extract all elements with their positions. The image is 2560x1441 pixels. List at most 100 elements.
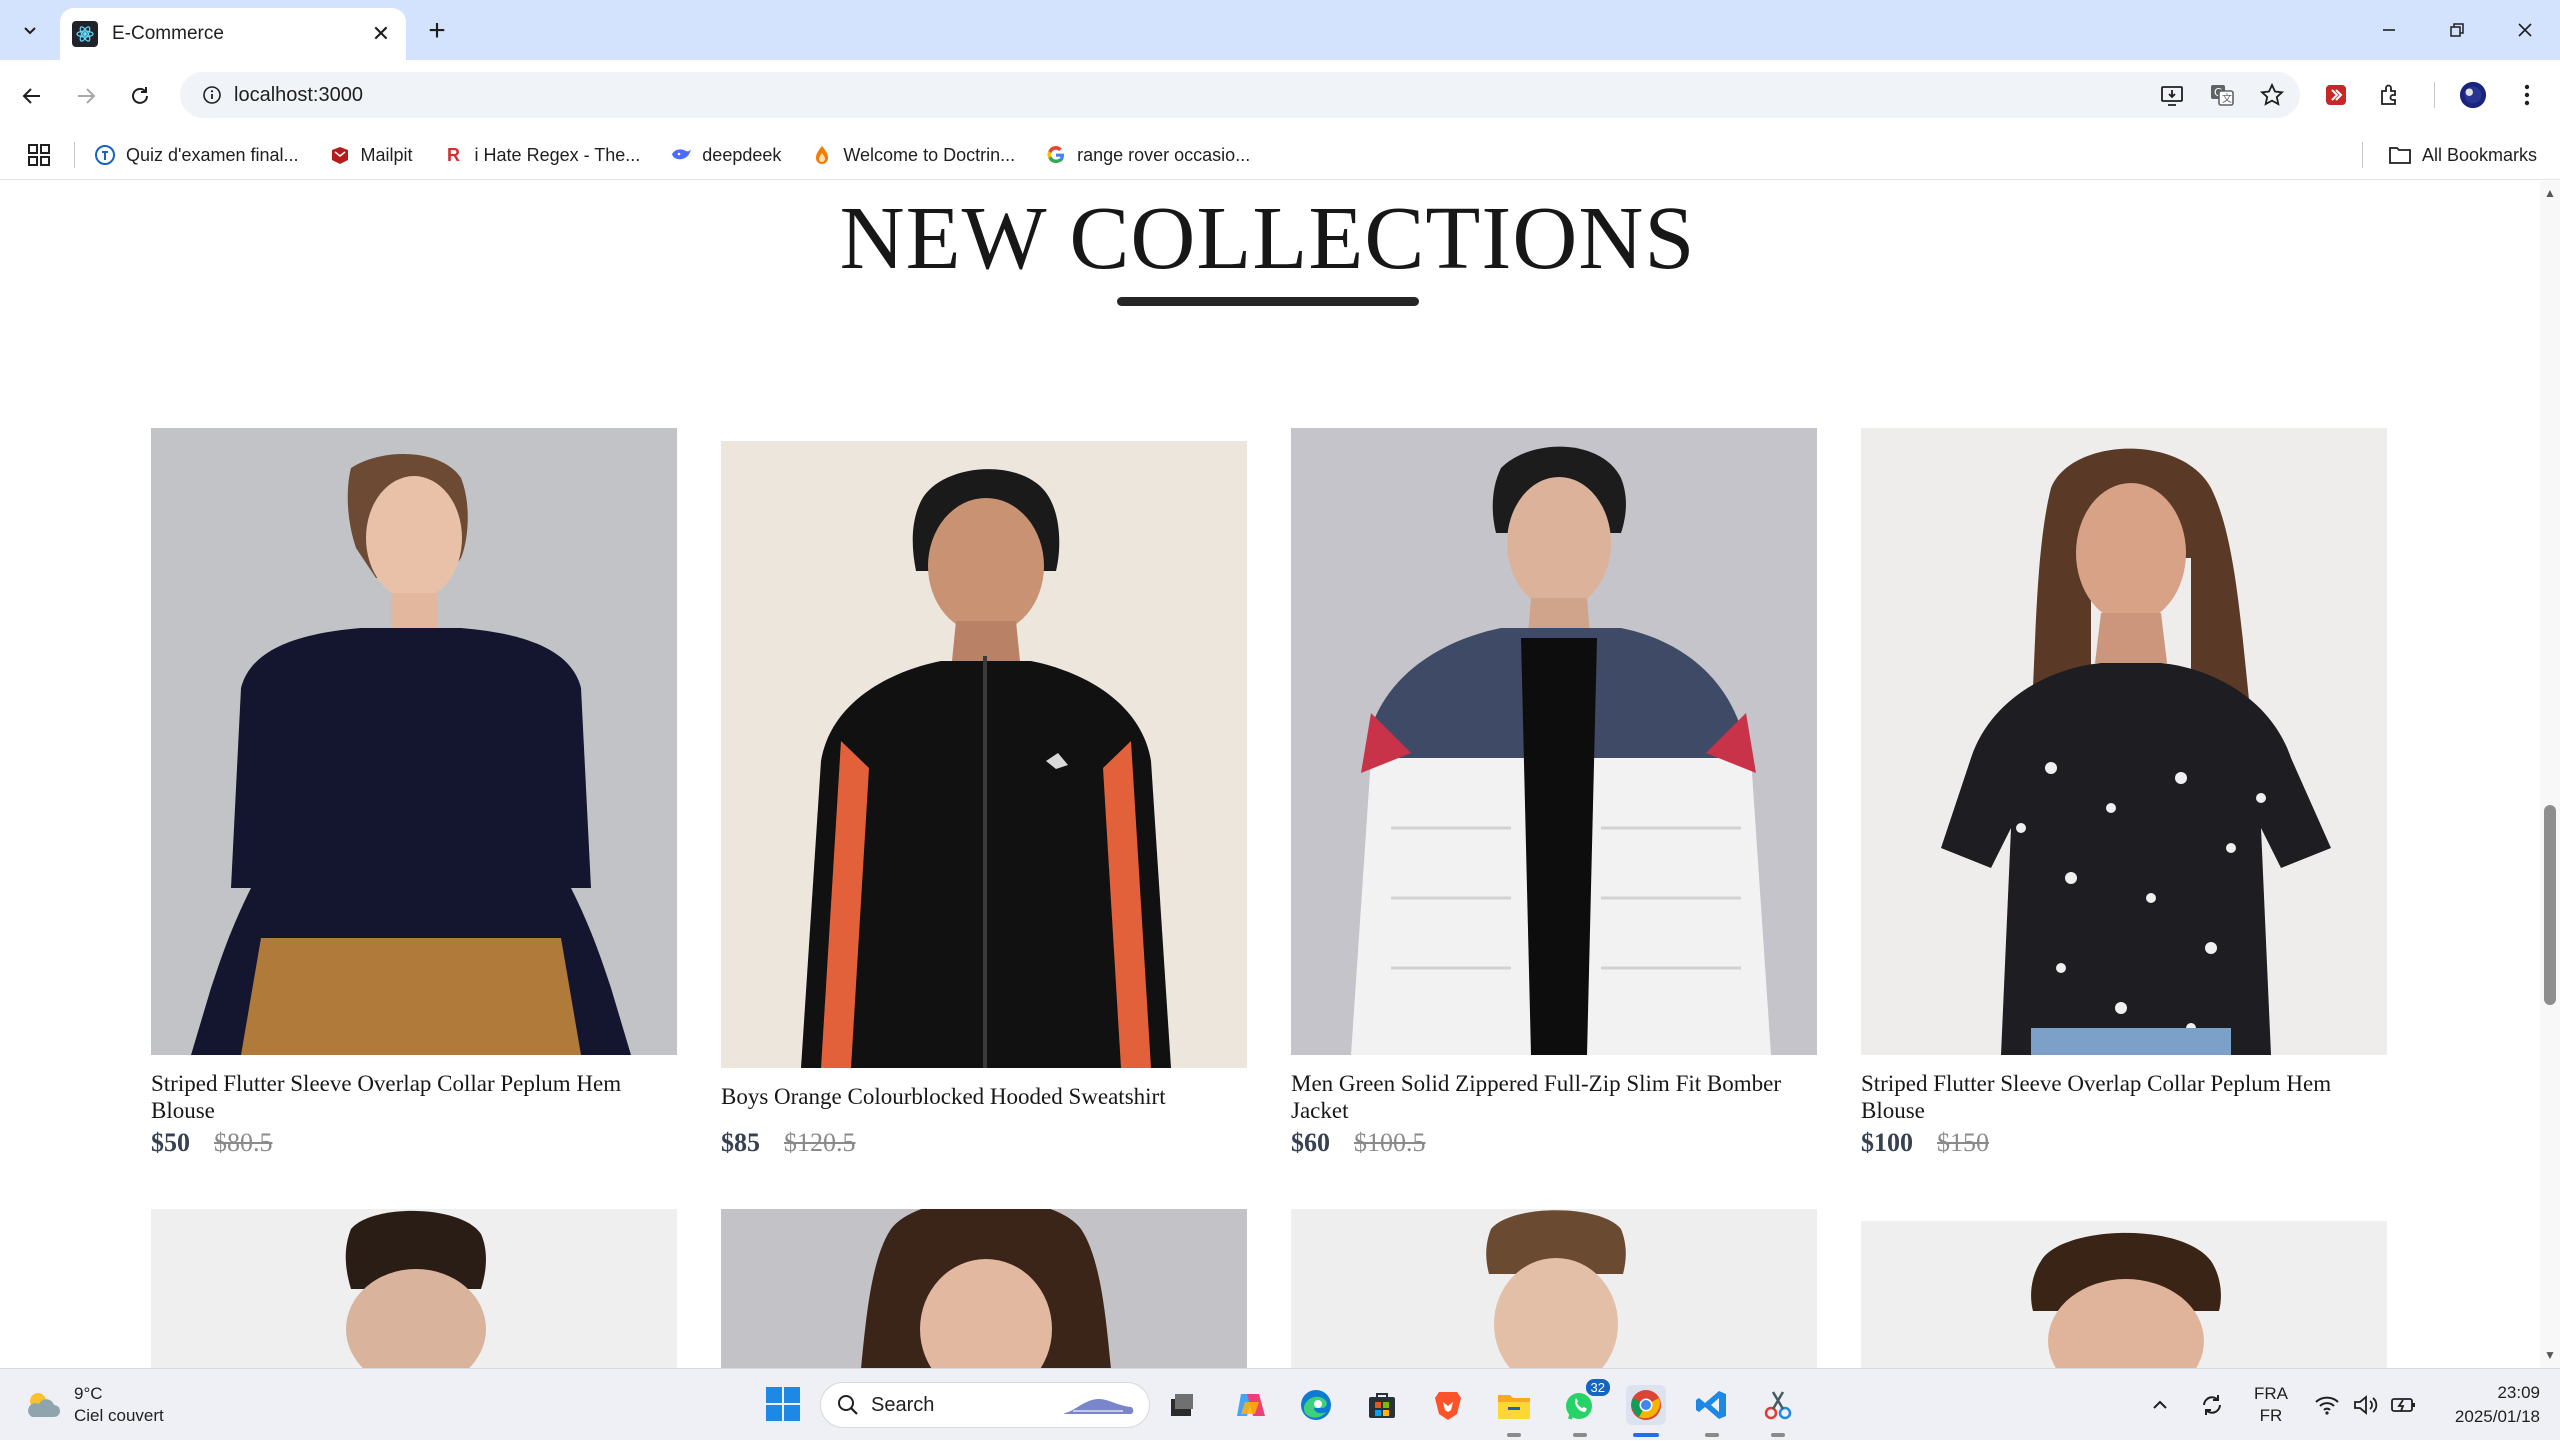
search-icon — [838, 1395, 858, 1415]
running-indicator — [1771, 1433, 1785, 1437]
running-indicator — [1705, 1433, 1719, 1437]
bookmarks-bar: Quiz d'examen final... Mailpit R i Hate … — [0, 130, 2560, 180]
tab-close-icon[interactable]: ✕ — [368, 21, 394, 47]
task-view-icon[interactable] — [1162, 1385, 1202, 1425]
svg-text:文: 文 — [2222, 92, 2232, 105]
microsoft-store-icon[interactable] — [1362, 1385, 1402, 1425]
taskbar-search-box[interactable]: Search — [820, 1382, 1150, 1428]
vscode-icon[interactable] — [1692, 1385, 1732, 1425]
notification-badge: 32 — [1583, 1377, 1612, 1398]
young-man-photo — [151, 1209, 677, 1368]
running-indicator — [1507, 1433, 1521, 1437]
product-prices: $60 $100.5 — [1291, 1128, 1426, 1158]
bookmarks-divider — [74, 142, 75, 168]
weather-description: Ciel couvert — [74, 1406, 164, 1425]
close-window-button[interactable] — [2500, 10, 2550, 50]
brave-browser-icon[interactable] — [1428, 1385, 1468, 1425]
section-title: NEW COLLECTIONS — [839, 189, 1696, 288]
address-bar[interactable]: localhost:3000 G文 — [180, 72, 2300, 118]
file-explorer-icon[interactable] — [1494, 1385, 1534, 1425]
translate-icon[interactable]: G文 — [2208, 81, 2236, 109]
sync-icon[interactable] — [2198, 1391, 2226, 1419]
tab-strip: E-Commerce ✕ + — [0, 0, 2560, 60]
scroll-thumb[interactable] — [2544, 805, 2556, 1005]
bookmark-item[interactable]: range rover occasio... — [1045, 144, 1250, 166]
install-app-icon[interactable] — [2158, 81, 2186, 109]
active-tab[interactable]: E-Commerce ✕ — [60, 8, 406, 60]
extension-red-icon[interactable] — [2322, 81, 2350, 109]
deepseek-favicon-icon — [670, 144, 692, 166]
bookmark-item[interactable]: deepdeek — [670, 144, 781, 166]
scroll-down-arrow-icon[interactable]: ▼ — [2544, 1348, 2556, 1362]
product-image[interactable] — [151, 428, 677, 1055]
all-bookmarks-button[interactable]: All Bookmarks — [2388, 130, 2537, 180]
chevron-up-icon[interactable] — [2150, 1395, 2170, 1415]
product-image[interactable] — [1861, 1221, 2387, 1368]
product-image[interactable] — [721, 1209, 1247, 1368]
apps-grid-icon[interactable] — [26, 142, 52, 168]
profile-avatar[interactable] — [2459, 81, 2487, 109]
product-image[interactable] — [151, 1209, 677, 1368]
reload-button[interactable] — [120, 76, 160, 116]
product-name[interactable]: Men Green Solid Zippered Full-Zip Slim F… — [1291, 1070, 1817, 1124]
chrome-menu-icon[interactable] — [2513, 81, 2541, 109]
product-name[interactable]: Striped Flutter Sleeve Overlap Collar Pe… — [151, 1070, 677, 1124]
react-favicon-icon — [72, 21, 98, 47]
product-old-price: $120.5 — [784, 1128, 856, 1157]
copilot-icon[interactable] — [1230, 1385, 1270, 1425]
product-old-price: $100.5 — [1354, 1128, 1426, 1157]
minimize-button[interactable] — [2364, 10, 2414, 50]
whatsapp-icon[interactable]: 32 — [1560, 1377, 1612, 1425]
weather-widget[interactable]: 9°C Ciel couvert — [22, 1379, 164, 1431]
product-image[interactable] — [1861, 428, 2387, 1055]
product-old-price: $150 — [1937, 1128, 1989, 1157]
product-image[interactable] — [1291, 428, 1817, 1055]
snipping-tool-icon[interactable] — [1758, 1385, 1798, 1425]
wifi-icon[interactable] — [2314, 1394, 2340, 1416]
woman-floral-blouse-photo — [1861, 428, 2387, 1055]
search-placeholder: Search — [871, 1393, 935, 1416]
page-scrollbar[interactable]: ▲ ▼ — [2540, 181, 2560, 1368]
mailpit-favicon-icon — [329, 144, 351, 166]
battery-charging-icon[interactable] — [2390, 1394, 2418, 1416]
arrow-left-icon — [22, 88, 40, 104]
restore-button[interactable] — [2432, 10, 2482, 50]
product-name[interactable]: Striped Flutter Sleeve Overlap Collar Pe… — [1861, 1070, 2387, 1124]
edge-browser-icon[interactable] — [1296, 1385, 1336, 1425]
back-button[interactable] — [12, 76, 52, 116]
bookmark-item[interactable]: Mailpit — [329, 144, 413, 166]
bookmark-item[interactable]: Quiz d'examen final... — [94, 144, 299, 166]
chrome-browser-icon[interactable] — [1626, 1385, 1666, 1425]
page-viewport: NEW COLLECTIONS Striped Flutter Sleeve O… — [0, 181, 2540, 1368]
windows-start-icon[interactable] — [764, 1385, 802, 1423]
boy-black-track-jacket-photo — [721, 441, 1247, 1068]
site-info-icon[interactable] — [190, 72, 234, 118]
tab-search-button[interactable] — [14, 14, 46, 46]
bookmark-star-icon[interactable] — [2258, 81, 2286, 109]
product-price: $60 — [1291, 1128, 1330, 1157]
new-tab-button[interactable]: + — [420, 14, 454, 48]
product-image[interactable] — [1291, 1209, 1817, 1368]
url-text: localhost:3000 — [234, 83, 363, 106]
product-image[interactable] — [721, 441, 1247, 1068]
volume-icon[interactable] — [2352, 1394, 2378, 1416]
forward-button[interactable] — [66, 76, 106, 116]
bookmark-item[interactable]: Welcome to Doctrin... — [811, 144, 1015, 166]
extensions-puzzle-icon[interactable] — [2376, 81, 2404, 109]
running-indicator — [1573, 1433, 1587, 1437]
product-name[interactable]: Boys Orange Colourblocked Hooded Sweatsh… — [721, 1083, 1247, 1110]
google-favicon-icon — [1045, 144, 1067, 166]
chevron-down-icon — [24, 27, 36, 35]
language-indicator[interactable]: FRA FR — [2254, 1383, 2288, 1427]
quiz-favicon-icon — [94, 144, 116, 166]
bookmark-item[interactable]: R i Hate Regex - The... — [443, 144, 640, 166]
product-prices: $50 $80.5 — [151, 1128, 273, 1158]
system-clock[interactable]: 23:09 2025/01/18 — [2430, 1381, 2540, 1429]
browser-toolbar: localhost:3000 G文 — [0, 60, 2560, 130]
regex-favicon-icon: R — [447, 144, 461, 165]
title-underline — [1117, 297, 1419, 306]
arrow-right-icon — [78, 88, 96, 104]
scroll-up-arrow-icon[interactable]: ▲ — [2544, 186, 2556, 200]
product-price: $50 — [151, 1128, 190, 1157]
woman-photo — [721, 1209, 1247, 1368]
